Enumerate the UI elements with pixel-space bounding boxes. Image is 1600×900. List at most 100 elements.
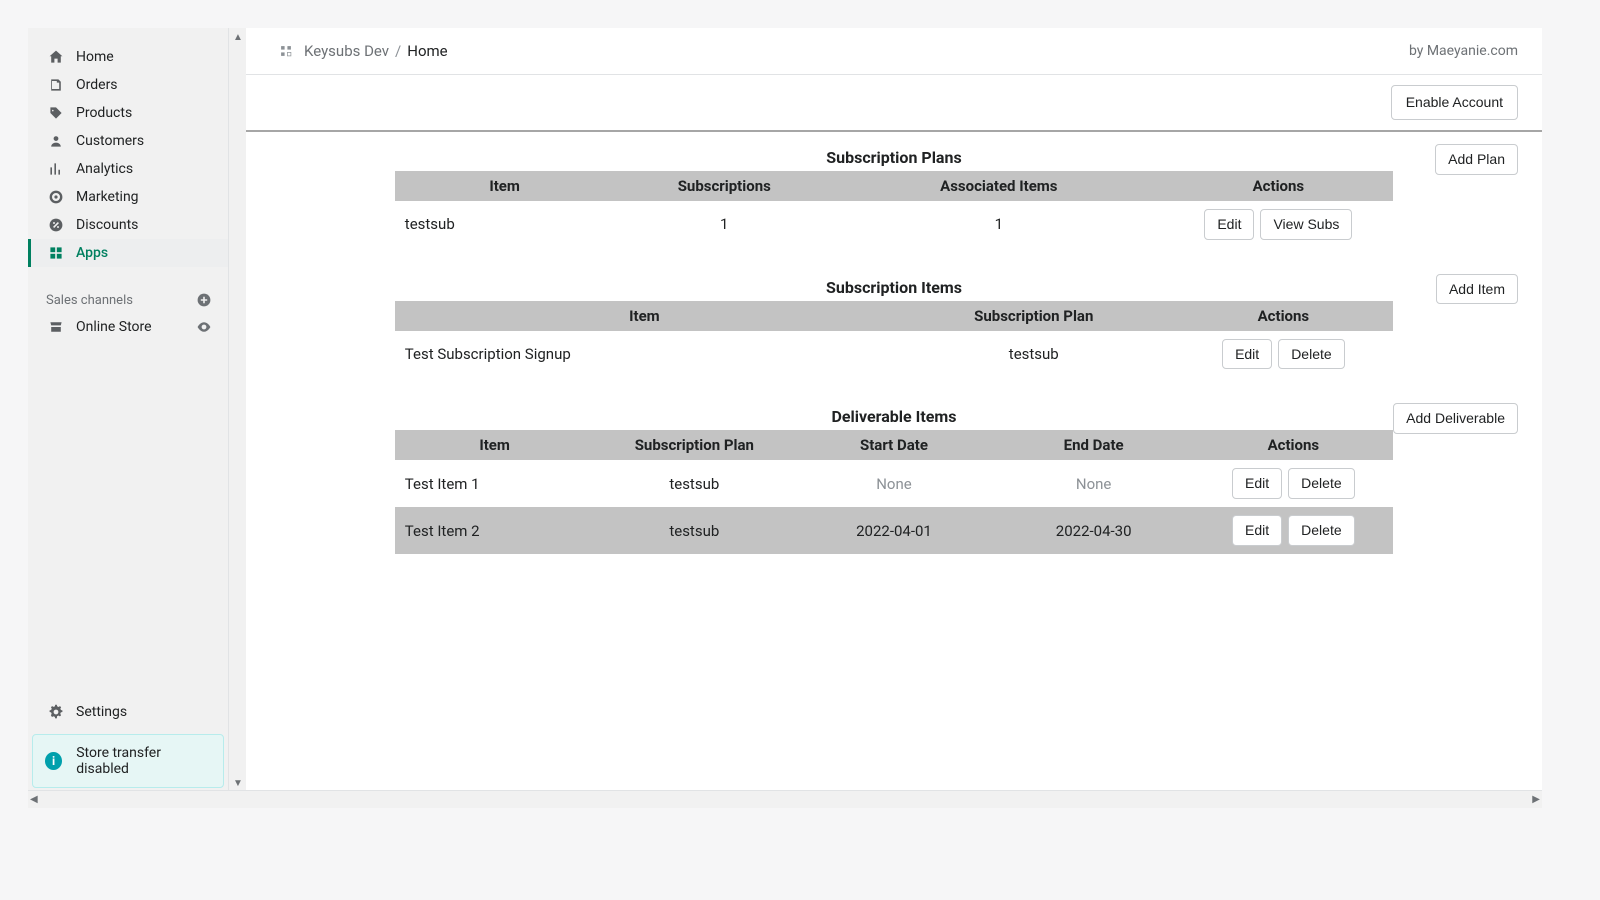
info-icon: i	[45, 752, 62, 770]
scroll-right-icon[interactable]: ▶	[1532, 794, 1540, 805]
scroll-up-icon[interactable]: ▲	[229, 28, 247, 46]
gear-icon	[46, 702, 66, 722]
sidebar: Home Orders Products Customers Analytics	[28, 28, 228, 792]
delete-deliverable-button[interactable]: Delete	[1288, 468, 1354, 499]
table-row: testsub 1 1 Edit View Subs	[395, 201, 1393, 248]
col-associated: Associated Items	[834, 171, 1163, 201]
add-plan-button[interactable]: Add Plan	[1435, 144, 1518, 175]
table-row: Test Subscription Signup testsub Edit De…	[395, 331, 1393, 378]
col-actions: Actions	[1164, 171, 1394, 201]
sidebar-item-label: Marketing	[76, 189, 139, 205]
orders-icon	[46, 75, 66, 95]
cell-associated: 1	[834, 201, 1163, 248]
products-icon	[46, 103, 66, 123]
sidebar-item-label: Products	[76, 105, 132, 121]
table-row: Test Item 2 testsub 2022-04-01 2022-04-3…	[395, 507, 1393, 554]
delete-deliverable-button[interactable]: Delete	[1288, 515, 1354, 546]
col-item: Item	[395, 171, 615, 201]
edit-item-button[interactable]: Edit	[1222, 339, 1272, 370]
cell-item: Test Item 2	[395, 507, 595, 554]
horizontal-scrollbar[interactable]: ◀ ▶	[28, 790, 1542, 808]
sidebar-item-label: Customers	[76, 133, 144, 149]
col-plan: Subscription Plan	[894, 301, 1174, 331]
subscription-plans-table: Item Subscriptions Associated Items Acti…	[395, 171, 1393, 248]
notice-text: Store transfer disabled	[76, 745, 211, 777]
sidebar-item-online-store[interactable]: Online Store	[28, 313, 228, 341]
add-channel-icon[interactable]	[196, 292, 212, 308]
add-item-button[interactable]: Add Item	[1436, 274, 1518, 305]
subscription-items-section: Subscription Items Add Item Item Subscri…	[270, 278, 1518, 378]
sidebar-item-products[interactable]: Products	[28, 99, 228, 127]
delete-item-button[interactable]: Delete	[1278, 339, 1344, 370]
cell-plan: testsub	[594, 460, 794, 507]
edit-plan-button[interactable]: Edit	[1204, 209, 1254, 240]
col-subscriptions: Subscriptions	[614, 171, 834, 201]
cell-end: 2022-04-30	[994, 507, 1194, 554]
cell-item: Test Item 1	[395, 460, 595, 507]
col-end: End Date	[994, 430, 1194, 460]
cell-plan: testsub	[894, 331, 1174, 378]
apps-breadcrumb-icon	[278, 43, 294, 59]
subscription-items-table: Item Subscription Plan Actions Test Subs…	[395, 301, 1393, 378]
breadcrumb-current: Home	[407, 42, 447, 60]
breadcrumb-separator: /	[395, 42, 401, 60]
cell-plan: testsub	[594, 507, 794, 554]
edit-deliverable-button[interactable]: Edit	[1232, 515, 1282, 546]
sidebar-item-label: Apps	[76, 245, 108, 261]
cell-start: None	[794, 460, 994, 507]
sidebar-item-apps[interactable]: Apps	[28, 239, 228, 267]
sidebar-item-orders[interactable]: Orders	[28, 71, 228, 99]
sidebar-item-label: Analytics	[76, 161, 133, 177]
analytics-icon	[46, 159, 66, 179]
cell-item: Test Subscription Signup	[395, 331, 894, 378]
sidebar-item-home[interactable]: Home	[28, 43, 228, 71]
breadcrumb-app[interactable]: Keysubs Dev	[304, 42, 389, 60]
scroll-left-icon[interactable]: ◀	[30, 794, 38, 805]
sidebar-item-marketing[interactable]: Marketing	[28, 183, 228, 211]
cell-start: 2022-04-01	[794, 507, 994, 554]
sales-channels-label: Sales channels	[46, 293, 133, 308]
add-deliverable-button[interactable]: Add Deliverable	[1393, 403, 1518, 434]
sidebar-item-settings[interactable]: Settings	[28, 698, 228, 726]
view-store-icon[interactable]	[196, 319, 212, 335]
breadcrumb: Keysubs Dev / Home	[278, 42, 448, 60]
cell-subscriptions: 1	[614, 201, 834, 248]
customers-icon	[46, 131, 66, 151]
subscription-plans-title: Subscription Plans	[826, 148, 961, 167]
subscription-plans-section: Subscription Plans Add Plan Item Subscri…	[270, 148, 1518, 248]
apps-icon	[46, 243, 66, 263]
vertical-scrollbar[interactable]: ▲ ▼	[228, 28, 246, 792]
subscription-items-title: Subscription Items	[826, 278, 962, 297]
col-item: Item	[395, 430, 595, 460]
col-item: Item	[395, 301, 894, 331]
sidebar-item-label: Settings	[76, 704, 127, 720]
deliverable-items-table: Item Subscription Plan Start Date End Da…	[395, 430, 1393, 554]
sidebar-item-label: Online Store	[76, 319, 196, 335]
view-subs-button[interactable]: View Subs	[1260, 209, 1352, 240]
edit-deliverable-button[interactable]: Edit	[1232, 468, 1282, 499]
cell-end: None	[994, 460, 1194, 507]
col-start: Start Date	[794, 430, 994, 460]
byline: by Maeyanie.com	[1409, 43, 1518, 59]
sidebar-item-customers[interactable]: Customers	[28, 127, 228, 155]
topbar: Keysubs Dev / Home by Maeyanie.com	[246, 28, 1542, 75]
sidebar-item-analytics[interactable]: Analytics	[28, 155, 228, 183]
marketing-icon	[46, 187, 66, 207]
deliverable-items-title: Deliverable Items	[832, 407, 957, 426]
sidebar-item-discounts[interactable]: Discounts	[28, 211, 228, 239]
home-icon	[46, 47, 66, 67]
sales-channels-header: Sales channels	[28, 287, 228, 313]
account-action-row: Enable Account	[246, 75, 1542, 130]
online-store-icon	[46, 317, 66, 337]
table-row: Test Item 1 testsub None None Edit Delet…	[395, 460, 1393, 507]
enable-account-button[interactable]: Enable Account	[1391, 85, 1518, 120]
cell-item: testsub	[395, 201, 615, 248]
store-transfer-notice: i Store transfer disabled	[32, 734, 224, 788]
deliverable-items-section: Deliverable Items Add Deliverable Item S…	[270, 407, 1518, 554]
divider	[246, 130, 1542, 132]
col-plan: Subscription Plan	[594, 430, 794, 460]
col-actions: Actions	[1193, 430, 1393, 460]
main-content: Keysubs Dev / Home by Maeyanie.com Enabl…	[246, 28, 1542, 792]
sidebar-item-label: Orders	[76, 77, 118, 93]
sidebar-item-label: Home	[76, 49, 114, 65]
